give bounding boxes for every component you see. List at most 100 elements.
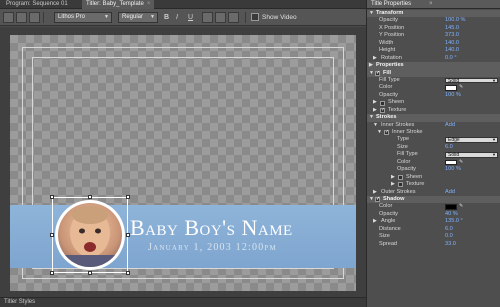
- eyedropper-icon[interactable]: ✎: [459, 85, 465, 90]
- texture-checkbox[interactable]: [380, 107, 385, 114]
- resize-handle-sw[interactable]: [50, 271, 54, 275]
- tab-program-monitor[interactable]: Program: Sequence 01: [2, 0, 72, 9]
- subtitle-text-object[interactable]: January 1, 2003 12:00pm: [148, 242, 277, 253]
- prop-value[interactable]: 135.0 °: [445, 218, 463, 225]
- resize-handle-ne[interactable]: [126, 195, 130, 199]
- stroke-sheen-checkbox[interactable]: [398, 174, 403, 180]
- title-text-object[interactable]: Baby Boy's Name: [130, 215, 293, 241]
- font-family-value: Lithos Pro: [58, 14, 86, 20]
- resize-handle-se[interactable]: [126, 271, 130, 275]
- triangle-down-icon[interactable]: ▼: [369, 10, 374, 17]
- kerning-button[interactable]: [215, 12, 226, 23]
- triangle-right-icon[interactable]: ▶: [369, 62, 373, 69]
- triangle-right-icon[interactable]: ▶: [391, 174, 395, 181]
- sheen-checkbox[interactable]: [380, 100, 385, 106]
- stroke-color-swatch[interactable]: [445, 159, 457, 166]
- tab-stops-button[interactable]: [29, 12, 40, 23]
- section-shadow[interactable]: ▼ Shadow: [367, 195, 500, 204]
- prop-value[interactable]: 373.0: [445, 32, 459, 39]
- triangle-down-icon[interactable]: ▼: [369, 196, 374, 203]
- font-style-dropdown[interactable]: Regular ▼: [118, 12, 158, 23]
- resize-handle-w[interactable]: [50, 233, 54, 237]
- section-transform[interactable]: ▼ Transform: [367, 10, 500, 18]
- prop-label: Sheen: [388, 99, 405, 106]
- panel-tab[interactable]: Title Properties ×: [367, 0, 500, 9]
- prop-shadow-size: Size 0.0: [367, 233, 500, 240]
- close-icon[interactable]: ×: [147, 1, 151, 7]
- prop-value[interactable]: 100 %: [445, 92, 461, 99]
- section-label: Fill: [383, 69, 392, 76]
- shadow-checkbox[interactable]: [375, 196, 380, 204]
- font-family-dropdown[interactable]: Lithos Pro ▼: [54, 12, 112, 23]
- prop-value[interactable]: 100 %: [445, 166, 461, 173]
- chevron-down-icon: ▼: [150, 14, 155, 20]
- title-properties-panel: Title Properties × ▼ Transform Opacity 1…: [366, 0, 500, 307]
- section-strokes[interactable]: ▼ Strokes: [367, 114, 500, 122]
- prop-sheen: ▶ Sheen: [367, 99, 500, 106]
- prop-label: Rotation: [381, 54, 402, 61]
- font-size-button[interactable]: [202, 12, 213, 23]
- prop-fill-type: Fill Type Solid ▼: [367, 77, 500, 84]
- selection-bounding-box[interactable]: [50, 195, 130, 275]
- close-icon[interactable]: ×: [429, 1, 433, 7]
- resize-handle-s[interactable]: [88, 271, 92, 275]
- titler-styles-tab[interactable]: Titler Styles: [0, 297, 366, 307]
- eyedropper-icon[interactable]: ✎: [459, 204, 465, 209]
- new-title-button[interactable]: [3, 12, 14, 23]
- resize-handle-n[interactable]: [88, 195, 92, 199]
- stroke-type-dropdown[interactable]: Edge ▼: [445, 137, 498, 143]
- prop-value[interactable]: 140.0: [445, 40, 459, 47]
- shadow-color-swatch[interactable]: [445, 204, 457, 210]
- chevron-down-icon: ▼: [492, 152, 496, 158]
- prop-shadow-spread: Spread 33.0: [367, 241, 500, 248]
- prop-value[interactable]: 140.0: [445, 47, 459, 54]
- bold-button[interactable]: B: [164, 12, 169, 23]
- triangle-right-icon[interactable]: ▶: [391, 181, 395, 188]
- triangle-right-icon[interactable]: ▶: [373, 218, 377, 225]
- stroke-texture-checkbox[interactable]: [398, 182, 403, 188]
- prop-label: Size: [397, 143, 408, 150]
- triangle-right-icon[interactable]: ▶: [373, 189, 377, 196]
- show-video-checkbox[interactable]: [251, 13, 259, 21]
- prop-value[interactable]: 6.0: [445, 226, 453, 233]
- stroke-fill-type-dropdown[interactable]: Solid ▼: [445, 152, 498, 158]
- triangle-right-icon[interactable]: ▶: [373, 99, 377, 106]
- prop-value[interactable]: 100.0 %: [445, 17, 466, 24]
- prop-value[interactable]: 40 %: [445, 211, 458, 218]
- tab-titler[interactable]: Titler: Baby_Template ×: [82, 0, 155, 9]
- triangle-right-icon[interactable]: ▶: [373, 107, 377, 114]
- triangle-down-icon[interactable]: ▼: [369, 70, 374, 77]
- prop-texture: ▶ Texture: [367, 107, 500, 115]
- roll-crawl-button[interactable]: [16, 12, 27, 23]
- prop-label: Color: [379, 203, 393, 210]
- title-canvas[interactable]: Baby Boy's Name January 1, 2003 12:00pm: [10, 35, 356, 291]
- fill-checkbox[interactable]: [375, 70, 380, 77]
- prop-value[interactable]: 33.0: [445, 241, 456, 248]
- section-properties[interactable]: ▶ Properties: [367, 62, 500, 70]
- leading-button[interactable]: [228, 12, 239, 23]
- inner-stroke-checkbox[interactable]: [384, 129, 389, 137]
- prop-label: Opacity: [397, 166, 416, 173]
- triangle-down-icon[interactable]: ▼: [377, 129, 382, 136]
- fill-color-swatch[interactable]: [445, 85, 457, 91]
- triangle-down-icon[interactable]: ▼: [369, 114, 374, 121]
- fill-type-dropdown[interactable]: Solid ▼: [445, 77, 498, 84]
- triangle-down-icon[interactable]: ▼: [373, 122, 378, 129]
- section-fill[interactable]: ▼ Fill: [367, 69, 500, 77]
- prop-value[interactable]: 0.0: [445, 233, 453, 240]
- prop-value[interactable]: 0.0 °: [445, 55, 457, 62]
- resize-handle-nw[interactable]: [50, 195, 54, 199]
- prop-label: Color: [397, 158, 411, 165]
- chevron-down-icon: ▼: [492, 137, 496, 143]
- prop-value[interactable]: 145.0: [445, 25, 459, 32]
- eyedropper-icon[interactable]: ✎: [459, 159, 465, 165]
- underline-button[interactable]: U: [188, 12, 193, 23]
- add-outer-stroke-link[interactable]: Add: [445, 189, 455, 196]
- italic-button[interactable]: I: [176, 12, 178, 23]
- triangle-right-icon[interactable]: ▶: [373, 55, 377, 62]
- prop-value[interactable]: 6.0: [445, 144, 453, 151]
- panel-title: Title Properties: [371, 1, 412, 7]
- add-inner-stroke-link[interactable]: Add: [445, 122, 455, 129]
- prop-label: Outer Strokes: [381, 188, 416, 195]
- prop-label: Angle: [381, 218, 396, 225]
